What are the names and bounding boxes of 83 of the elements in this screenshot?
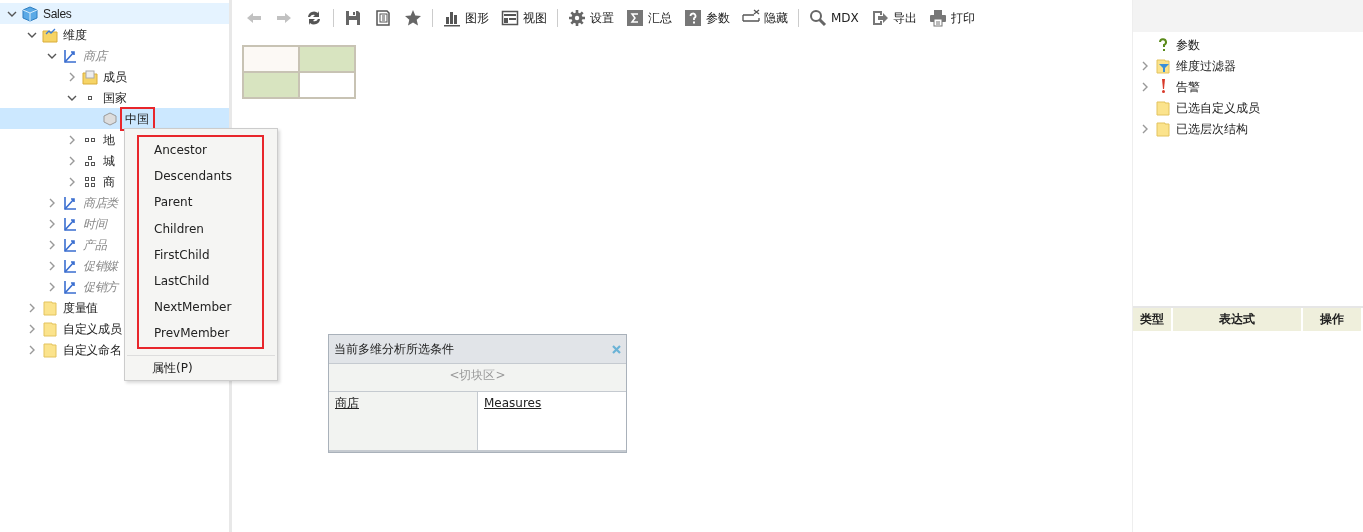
filter-icon <box>1155 57 1171 74</box>
hexagon-icon <box>102 110 118 127</box>
tree-item-label[interactable]: 告警 <box>1176 77 1200 96</box>
tree-item-label[interactable]: 度量值 <box>63 298 99 317</box>
help-icon <box>684 9 702 27</box>
toolbar-button[interactable]: 隐藏 <box>737 7 793 29</box>
menu-item[interactable]: FirstChild <box>139 241 262 268</box>
tree-item-label[interactable]: 自定义命名 <box>63 340 122 359</box>
axis-icon <box>62 257 78 274</box>
axis-icon <box>62 47 78 64</box>
menu-item[interactable]: Parent <box>139 189 262 216</box>
folder-icon <box>42 341 58 358</box>
exclamation-icon <box>1161 79 1165 94</box>
level-icon <box>85 176 95 187</box>
tree-item-label[interactable]: 商 <box>103 172 115 191</box>
tree-item-label[interactable]: Sales <box>43 4 72 23</box>
axis-icon <box>62 215 78 232</box>
cube-icon <box>22 5 38 22</box>
layout-icon <box>501 9 519 27</box>
bar-chart-icon <box>443 9 461 27</box>
tree-item-label[interactable]: 时间 <box>83 214 107 233</box>
folder-icon <box>42 299 58 316</box>
level-icon <box>85 137 95 142</box>
menu-item[interactable]: Ancestor <box>139 137 262 164</box>
axis-icon <box>62 236 78 253</box>
panel-title: 当前多维分析所选条件 <box>334 341 454 358</box>
toolbar-button[interactable]: 视图 <box>496 7 552 29</box>
rows-field-link[interactable]: 商店 <box>335 396 359 410</box>
toolbar-button[interactable]: 设置 <box>563 7 619 29</box>
sigma-icon <box>626 9 644 27</box>
toolbar-button[interactable]: 图形 <box>438 7 494 29</box>
axis-icon <box>62 194 78 211</box>
tree-row[interactable]: Sales <box>0 3 229 24</box>
menu-item[interactable]: 属性(P) <box>125 355 277 380</box>
settings-icon <box>568 9 586 27</box>
level-icon <box>85 155 95 166</box>
axis-icon <box>62 278 78 295</box>
menu-item[interactable]: NextMember <box>139 294 262 321</box>
close-icon[interactable] <box>612 344 621 354</box>
tree-item-label[interactable]: 中国 <box>123 109 153 128</box>
tree-item-label[interactable]: 促销媒 <box>83 256 119 275</box>
folder-icon <box>1155 120 1171 137</box>
tree-item-label[interactable]: 地 <box>103 130 115 149</box>
toolbar-button[interactable]: 参数 <box>679 7 735 29</box>
refresh-icon <box>305 9 323 27</box>
toolbar-button[interactable]: 导出 <box>865 7 922 29</box>
tree-item-label[interactable]: 成员 <box>103 67 127 86</box>
toolbar-button[interactable]: 汇总 <box>621 7 677 29</box>
tree-item-label[interactable]: 已选层次结构 <box>1176 119 1248 138</box>
menu-item[interactable]: Children <box>139 215 262 242</box>
tree-item-label[interactable]: 产品 <box>83 235 107 254</box>
tree-item-label[interactable]: 城 <box>103 151 115 170</box>
save-as-icon <box>374 9 392 27</box>
tree-item-label[interactable]: 维度过滤器 <box>1176 56 1236 75</box>
export-icon <box>870 9 889 27</box>
save-icon <box>344 9 362 27</box>
tree-item-label[interactable]: 商店类 <box>83 193 119 212</box>
menu-item[interactable]: LastChild <box>139 267 262 295</box>
print-icon <box>928 9 947 27</box>
tree-item-label[interactable]: 商店 <box>83 46 107 65</box>
tree-item-label[interactable]: 维度 <box>63 25 87 44</box>
toolbar-button[interactable]: MDX <box>804 7 864 29</box>
tree-item-label[interactable]: 自定义成员 <box>63 319 122 338</box>
folder-icon <box>82 68 98 85</box>
menu-item[interactable]: Descendants <box>139 163 262 190</box>
folder-icon <box>42 26 58 43</box>
column-header: 操作 <box>1303 308 1363 331</box>
folder-icon <box>1155 99 1171 116</box>
menu-item[interactable]: PrevMember <box>139 320 262 347</box>
star-icon <box>404 9 422 27</box>
folder-icon <box>42 320 58 337</box>
search-icon <box>809 9 827 27</box>
columns-field-link[interactable]: Measures <box>484 396 542 410</box>
tree-row[interactable]: 中国 <box>0 108 229 129</box>
column-header: 类型 <box>1133 308 1173 331</box>
slicer-label: <切块区> <box>449 368 506 382</box>
level-icon <box>88 95 92 100</box>
tree-item-label[interactable]: 参数 <box>1176 35 1200 54</box>
tree-item-label[interactable]: 已选自定义成员 <box>1176 98 1260 117</box>
tree-item-label[interactable]: 促销方 <box>83 277 119 296</box>
column-header: 表达式 <box>1173 308 1303 331</box>
toolbar-button[interactable]: 打印 <box>923 7 980 29</box>
tree-item-label[interactable]: 国家 <box>103 88 127 107</box>
